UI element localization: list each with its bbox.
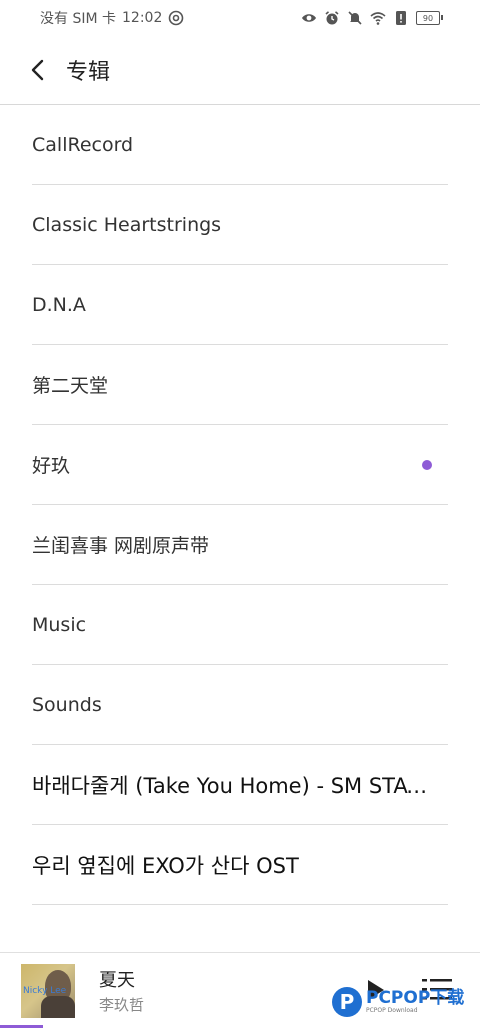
sync-icon bbox=[169, 10, 184, 26]
chevron-left-icon bbox=[31, 59, 44, 81]
album-list: CallRecord Classic Heartstrings D.N.A 第二天堂好… bbox=[32, 105, 448, 905]
clock-text: 12:02 bbox=[122, 10, 163, 26]
album-title: CallRecord bbox=[32, 133, 134, 156]
status-right: 90 bbox=[301, 10, 443, 26]
status-bar: 没有 SIM 卡 12:02 90 bbox=[0, 0, 480, 36]
watermark-text: PCPOP下载 PCPOP Download bbox=[366, 989, 464, 1015]
album-item[interactable]: 우리 옆집에 EXO가 산다 OST bbox=[32, 825, 448, 905]
mute-bell-icon bbox=[348, 11, 362, 25]
album-title: 好玖 bbox=[32, 455, 71, 477]
status-left: 没有 SIM 卡 12:02 bbox=[40, 8, 184, 28]
wifi-icon bbox=[370, 12, 386, 25]
album-title: D.N.A bbox=[32, 293, 86, 316]
eye-icon bbox=[302, 14, 316, 22]
album-title: 兰闺喜事 网剧原声带 bbox=[32, 535, 210, 557]
album-item[interactable]: 第二天堂 bbox=[32, 345, 448, 425]
album-cover[interactable]: Nicky Lee bbox=[21, 964, 75, 1018]
album-title: Music bbox=[32, 613, 87, 636]
album-item[interactable]: Music bbox=[32, 585, 448, 665]
watermark-logo: P bbox=[332, 987, 362, 1017]
album-item[interactable]: Classic Heartstrings bbox=[32, 185, 448, 265]
battery-icon: 90 bbox=[416, 11, 443, 25]
album-item[interactable]: 兰闺喜事 网剧原声带 bbox=[32, 505, 448, 585]
album-item[interactable]: 好玖 bbox=[32, 425, 448, 505]
album-title: 우리 옆집에 EXO가 산다 OST bbox=[32, 853, 299, 878]
now-playing-artist: 李玖哲 bbox=[99, 996, 145, 1014]
album-item[interactable]: Sounds bbox=[32, 665, 448, 745]
cover-text: Nicky Lee bbox=[23, 986, 67, 996]
album-title: 바래다줄게 (Take You Home) - SM STATI… bbox=[32, 773, 438, 798]
album-item[interactable]: 바래다줄게 (Take You Home) - SM STATI… bbox=[32, 745, 448, 825]
watermark-main: PCPOP下载 bbox=[366, 988, 465, 1008]
now-playing-title: 夏天 bbox=[99, 970, 135, 991]
watermark-sub: PCPOP Download bbox=[366, 1007, 418, 1014]
header: 专辑 bbox=[0, 36, 480, 105]
watermark: P PCPOP下载 PCPOP Download bbox=[332, 980, 480, 1024]
album-item[interactable]: CallRecord bbox=[32, 105, 448, 185]
album-title: Classic Heartstrings bbox=[32, 213, 222, 236]
now-playing-dot bbox=[422, 459, 432, 470]
page-title: 专辑 bbox=[66, 60, 111, 85]
album-item[interactable]: D.N.A bbox=[32, 265, 448, 345]
alarm-icon bbox=[325, 11, 339, 25]
back-button[interactable] bbox=[18, 50, 58, 90]
carrier-text: 没有 SIM 卡 bbox=[40, 11, 116, 27]
album-title: 第二天堂 bbox=[32, 375, 109, 397]
album-title: Sounds bbox=[32, 693, 102, 716]
alert-icon bbox=[396, 11, 406, 25]
